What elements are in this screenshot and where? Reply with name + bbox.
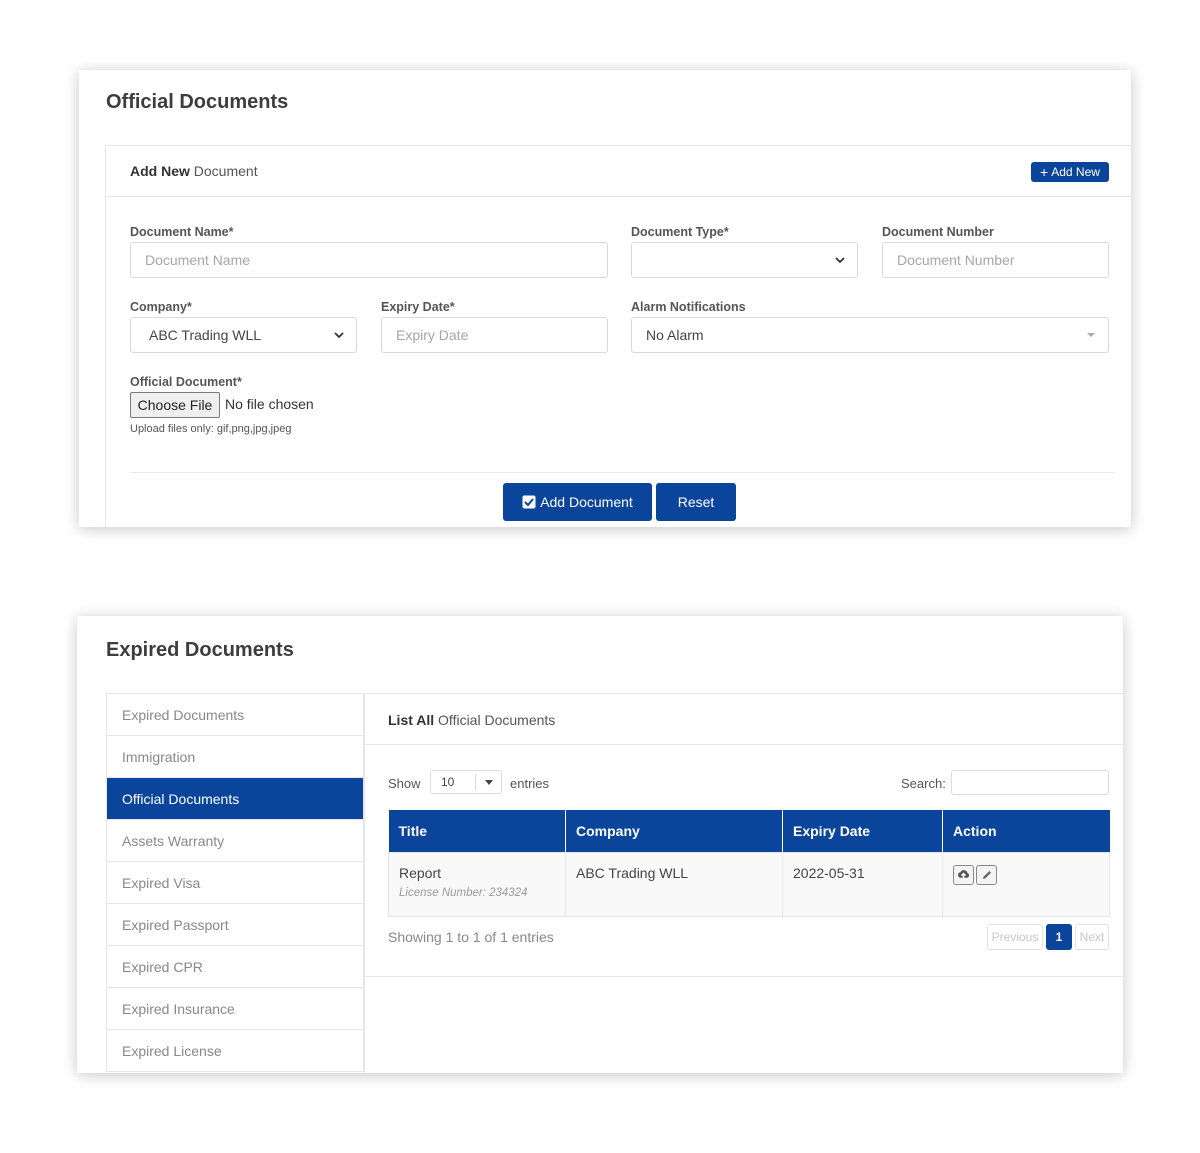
alarm-notifications-label: Alarm Notifications [631, 300, 746, 314]
renew-button[interactable] [953, 864, 974, 885]
add-document-label: Add Document [540, 494, 633, 510]
column-header-action[interactable]: Action [942, 810, 1110, 852]
expired-documents-panel: Expired Documents Expired Documents Immi… [77, 616, 1123, 1073]
document-type-select[interactable] [631, 242, 858, 278]
row-subtitle: License Number: 234324 [399, 886, 528, 899]
sidebar-item-official-documents[interactable]: Official Documents [107, 778, 364, 820]
cell-company: ABC Trading WLL [565, 851, 783, 917]
plus-icon: + [1040, 164, 1049, 180]
documents-table: Title Company Expiry Date Action Report … [388, 810, 1110, 917]
reset-button[interactable]: Reset [656, 483, 736, 521]
expiry-date-placeholder: Expiry Date [396, 327, 469, 343]
sidebar-item-immigration[interactable]: Immigration [107, 736, 364, 778]
expiry-date-label: Expiry Date* [381, 300, 455, 314]
document-number-placeholder: Document Number [897, 252, 1015, 268]
add-document-button[interactable]: Add Document [503, 483, 652, 521]
card-header-title: Add New Document [130, 163, 258, 179]
document-name-input[interactable]: Document Name [130, 242, 608, 278]
caret-down-icon [1087, 333, 1095, 337]
search-label: Search: [901, 776, 946, 791]
add-document-card: Add New Document + Add New Document Name… [105, 145, 1131, 527]
column-header-expiry-date[interactable]: Expiry Date [782, 810, 943, 852]
edit-button[interactable] [976, 865, 997, 885]
sidebar-item-expired-license[interactable]: Expired License [107, 1030, 364, 1072]
entries-label: entries [510, 776, 550, 791]
add-new-label: Add New [1051, 165, 1100, 179]
cell-title: Report License Number: 234324 [388, 851, 566, 917]
next-page-button[interactable]: Next [1075, 924, 1109, 950]
add-new-button[interactable]: + Add New [1031, 162, 1109, 182]
page-title: Expired Documents [106, 639, 294, 661]
alarm-value: No Alarm [646, 327, 704, 343]
sidebar-item-expired-insurance[interactable]: Expired Insurance [107, 988, 364, 1030]
select-separator [475, 774, 476, 790]
document-name-label: Document Name* [130, 225, 234, 239]
previous-page-button[interactable]: Previous [987, 924, 1043, 950]
chevron-down-icon [835, 257, 845, 264]
list-header-rest: Official Documents [434, 712, 556, 728]
list-header-title: List All Official Documents [388, 712, 555, 728]
page-title: Official Documents [106, 91, 289, 113]
card-header-rest: Document [189, 163, 258, 179]
company-select[interactable]: ABC Trading WLL [130, 317, 357, 353]
entries-length-select[interactable]: 10 [430, 770, 502, 794]
entries-length-value: 10 [441, 775, 455, 789]
table-info: Showing 1 to 1 of 1 entries [388, 929, 554, 945]
official-documents-panel: Official Documents Add New Document + Ad… [79, 70, 1131, 527]
choose-file-button[interactable]: Choose File [130, 392, 220, 418]
caret-down-icon [485, 780, 493, 785]
page-1-button[interactable]: 1 [1046, 924, 1072, 950]
sidebar-item-expired-documents[interactable]: Expired Documents [107, 694, 364, 736]
column-header-title[interactable]: Title [388, 810, 566, 852]
sidebar-item-assets-warranty[interactable]: Assets Warranty [107, 820, 364, 862]
company-label: Company* [130, 300, 192, 314]
sidebar-item-expired-passport[interactable]: Expired Passport [107, 904, 364, 946]
cloud-upload-icon [958, 870, 970, 881]
pagination: Previous 1 Next [987, 924, 1109, 950]
search-input[interactable] [951, 770, 1109, 795]
sidebar: Expired Documents Immigration Official D… [106, 693, 365, 1072]
pencil-icon [982, 871, 991, 879]
form-divider [130, 472, 1114, 473]
cell-expiry-date: 2022-05-31 [782, 851, 943, 917]
document-number-label: Document Number [882, 225, 994, 239]
checkbox-checked-icon [522, 495, 536, 509]
card-header-bold: Add New [130, 163, 190, 179]
file-status: No file chosen [225, 396, 314, 412]
table-header-row: Title Company Expiry Date Action [388, 810, 1110, 852]
document-number-input[interactable]: Document Number [882, 242, 1109, 278]
content-area: List All Official Documents Show 10 entr… [363, 693, 1123, 1073]
list-header-bold: List All [388, 712, 435, 728]
sidebar-item-expired-cpr[interactable]: Expired CPR [107, 946, 364, 988]
document-type-label: Document Type* [631, 225, 729, 239]
chevron-down-icon [334, 332, 344, 339]
alarm-notifications-select[interactable]: No Alarm [631, 317, 1109, 353]
row-title: Report [399, 864, 442, 881]
sidebar-item-expired-visa[interactable]: Expired Visa [107, 862, 364, 904]
official-document-label: Official Document* [130, 375, 242, 389]
card-header: Add New Document + Add New [106, 146, 1131, 197]
column-header-company[interactable]: Company [565, 810, 783, 852]
expiry-date-input[interactable]: Expiry Date [381, 317, 608, 353]
document-name-placeholder: Document Name [145, 252, 251, 268]
cell-action [942, 851, 1110, 917]
file-hint: Upload files only: gif,png,jpg,jpeg [130, 423, 292, 435]
company-value: ABC Trading WLL [149, 327, 262, 343]
list-header: List All Official Documents [364, 693, 1123, 745]
content-divider [364, 976, 1123, 977]
table-row: Report License Number: 234324 ABC Tradin… [388, 851, 1110, 917]
show-label: Show [388, 776, 421, 791]
